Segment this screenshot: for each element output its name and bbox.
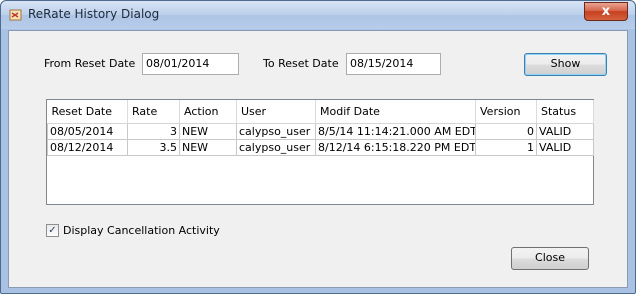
window-close-button[interactable]: x bbox=[584, 2, 628, 21]
column-header-rate[interactable]: Rate bbox=[127, 100, 180, 124]
to-reset-date-label: To Reset Date bbox=[263, 57, 339, 70]
rerate-history-table: Reset Date Rate Action User Modif Date V… bbox=[46, 99, 594, 205]
column-header-action[interactable]: Action bbox=[179, 100, 237, 124]
cell-version: 1 bbox=[475, 138, 537, 156]
close-button[interactable]: Close bbox=[511, 247, 589, 270]
table-row[interactable]: 08/05/2014 3 NEW calypso_user 8/5/14 11:… bbox=[47, 122, 594, 140]
column-header-reset-date[interactable]: Reset Date bbox=[47, 100, 128, 124]
display-cancellation-label[interactable]: Display Cancellation Activity bbox=[63, 224, 220, 237]
cell-rate: 3 bbox=[127, 122, 180, 140]
cell-modif-date: 8/5/14 11:14:21.000 AM EDT bbox=[315, 122, 476, 140]
cell-status: VALID bbox=[536, 122, 594, 140]
title-bar[interactable]: ReRate History Dialog x bbox=[1, 1, 635, 29]
cell-action: NEW bbox=[179, 138, 237, 156]
cell-user: calypso_user bbox=[236, 122, 316, 140]
column-header-version[interactable]: Version bbox=[475, 100, 537, 124]
cell-version: 0 bbox=[475, 122, 537, 140]
table-row[interactable]: 08/12/2014 3.5 NEW calypso_user 8/12/14 … bbox=[47, 138, 594, 156]
table-header-row: Reset Date Rate Action User Modif Date V… bbox=[47, 100, 594, 124]
cell-status: VALID bbox=[536, 138, 594, 156]
cell-reset-date: 08/05/2014 bbox=[47, 122, 128, 140]
column-header-modif-date[interactable]: Modif Date bbox=[315, 100, 476, 124]
to-reset-date-field[interactable]: 08/15/2014 bbox=[346, 53, 441, 75]
from-reset-date-label: From Reset Date bbox=[44, 57, 136, 70]
cell-rate: 3.5 bbox=[127, 138, 180, 156]
cell-reset-date: 08/12/2014 bbox=[47, 138, 128, 156]
app-icon bbox=[9, 9, 22, 21]
cell-user: calypso_user bbox=[236, 138, 316, 156]
column-header-status[interactable]: Status bbox=[536, 100, 594, 124]
cell-action: NEW bbox=[179, 122, 237, 140]
cell-modif-date: 8/12/14 6:15:18.220 PM EDT bbox=[315, 138, 476, 156]
dialog-window: ReRate History Dialog x From Reset Date … bbox=[0, 0, 636, 294]
show-button[interactable]: Show bbox=[524, 53, 607, 76]
display-cancellation-checkbox[interactable]: ✓ bbox=[46, 224, 59, 237]
dialog-body: From Reset Date 08/01/2014 To Reset Date… bbox=[8, 30, 628, 288]
from-reset-date-field[interactable]: 08/01/2014 bbox=[142, 53, 239, 75]
window-title: ReRate History Dialog bbox=[28, 7, 160, 21]
column-header-user[interactable]: User bbox=[236, 100, 316, 124]
